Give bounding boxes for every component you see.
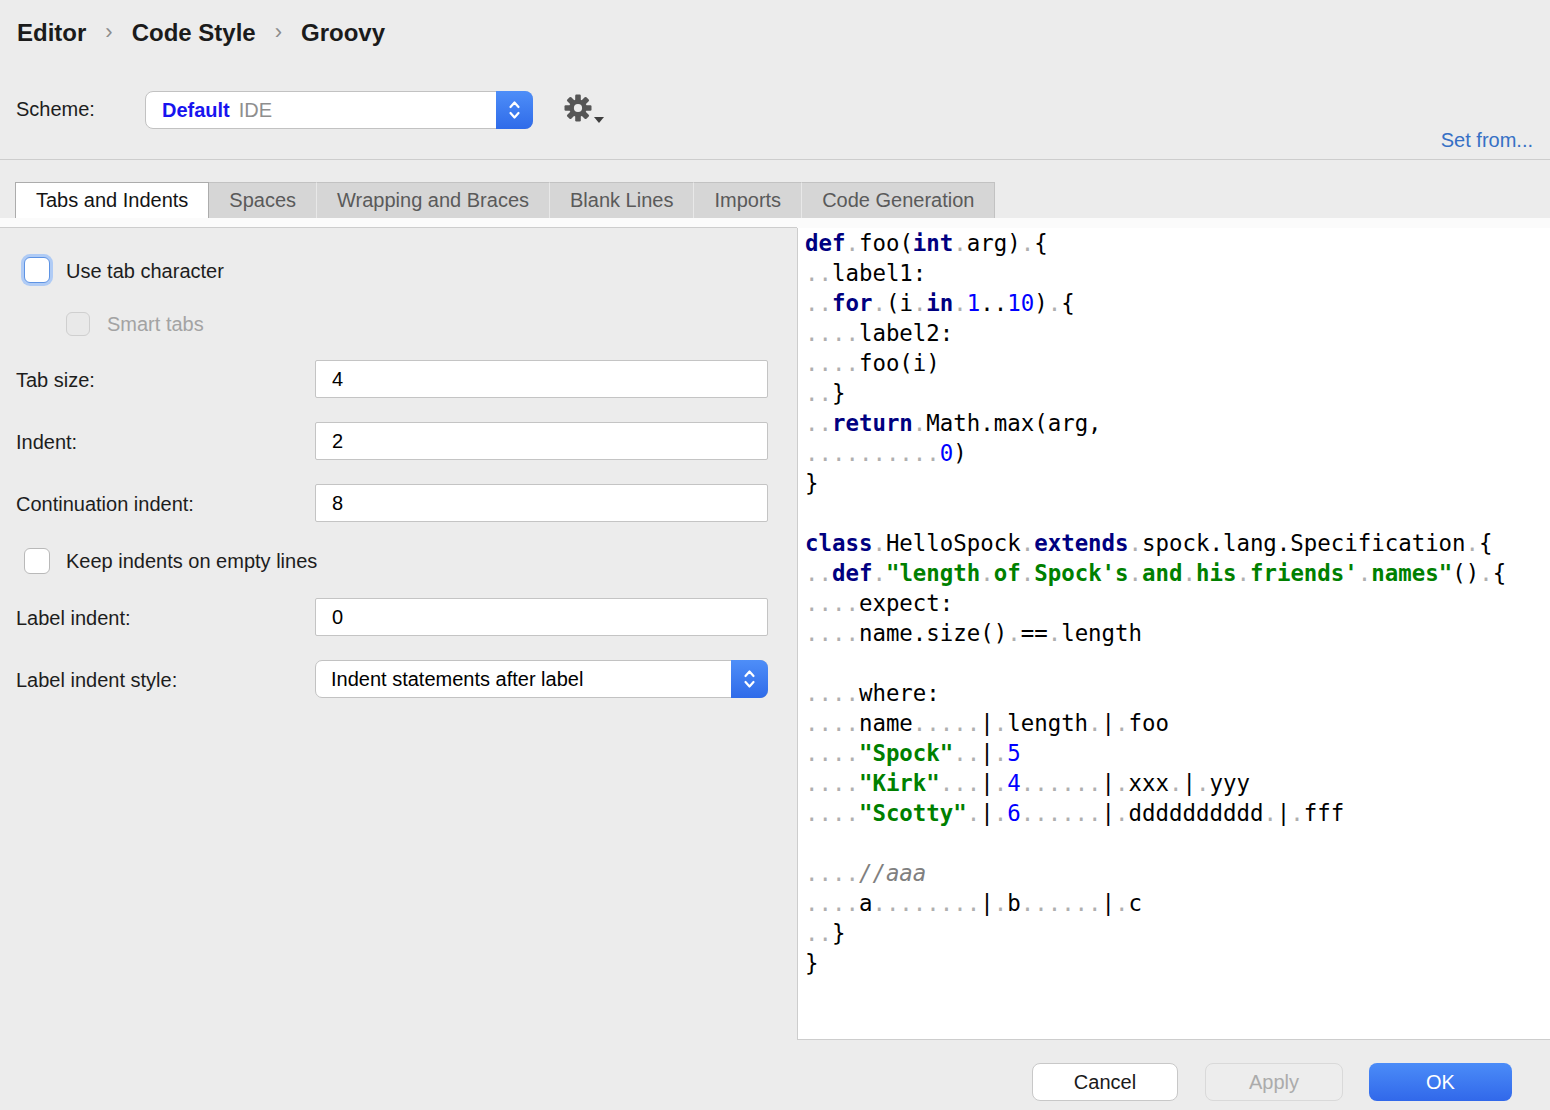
smart-tabs-label: Smart tabs [107,313,204,336]
use-tab-character-label: Use tab character [66,260,224,283]
footer: Cancel Apply OK [0,1040,1550,1110]
continuation-indent-label: Continuation indent: [16,493,194,516]
code-preview: def.foo(int.arg).{..label1:..for.(i.in.1… [805,228,1506,978]
tab-size-input[interactable] [315,360,768,398]
scheme-label: Scheme: [16,98,95,121]
gear-dropdown-caret-icon [594,117,604,123]
label-indent-input[interactable] [315,598,768,636]
scheme-select-spinner-icon[interactable] [496,91,533,129]
tab-code-generation[interactable]: Code Generation [802,182,995,218]
smart-tabs-checkbox[interactable] [66,312,90,336]
label-indent-label: Label indent: [16,607,131,630]
indent-label: Indent: [16,431,77,454]
scheme-suffix: IDE [239,99,272,122]
settings-form: Use tab character Smart tabs Tab size: I… [0,228,797,1040]
cancel-button[interactable]: Cancel [1032,1063,1178,1101]
scheme-value: Default [162,99,230,122]
tab-imports[interactable]: Imports [694,182,802,218]
ok-button[interactable]: OK [1369,1063,1512,1101]
keep-indents-checkbox[interactable] [24,548,50,574]
breadcrumb-code-style[interactable]: Code Style [132,19,256,46]
gear-icon [562,92,594,124]
set-from-link[interactable]: Set from... [1441,129,1533,152]
tab-bar: Tabs and Indents Spaces Wrapping and Bra… [15,182,995,218]
tab-tabs-and-indents[interactable]: Tabs and Indents [15,182,209,218]
tab-wrapping-and-braces[interactable]: Wrapping and Braces [317,182,550,218]
tab-size-label: Tab size: [16,369,95,392]
use-tab-character-checkbox[interactable] [24,257,50,283]
tab-spaces[interactable]: Spaces [209,182,317,218]
label-indent-style-value: Indent statements after label [331,668,583,691]
label-indent-style-spinner-icon[interactable] [731,660,768,698]
tab-blank-lines[interactable]: Blank Lines [550,182,694,218]
breadcrumb: Editor › Code Style › Groovy [17,19,385,47]
scheme-actions-gear[interactable] [562,92,602,128]
header-divider [0,159,1550,160]
indent-input[interactable] [315,422,768,460]
label-indent-style-select[interactable]: Indent statements after label [315,660,768,698]
scheme-select[interactable]: Default IDE [145,91,533,129]
label-indent-style-label: Label indent style: [16,669,177,692]
breadcrumb-separator: › [105,19,112,44]
apply-button[interactable]: Apply [1205,1063,1343,1101]
keep-indents-label: Keep indents on empty lines [66,550,317,573]
breadcrumb-separator: › [275,19,282,44]
breadcrumb-groovy: Groovy [301,19,385,46]
breadcrumb-editor[interactable]: Editor [17,19,86,46]
continuation-indent-input[interactable] [315,484,768,522]
